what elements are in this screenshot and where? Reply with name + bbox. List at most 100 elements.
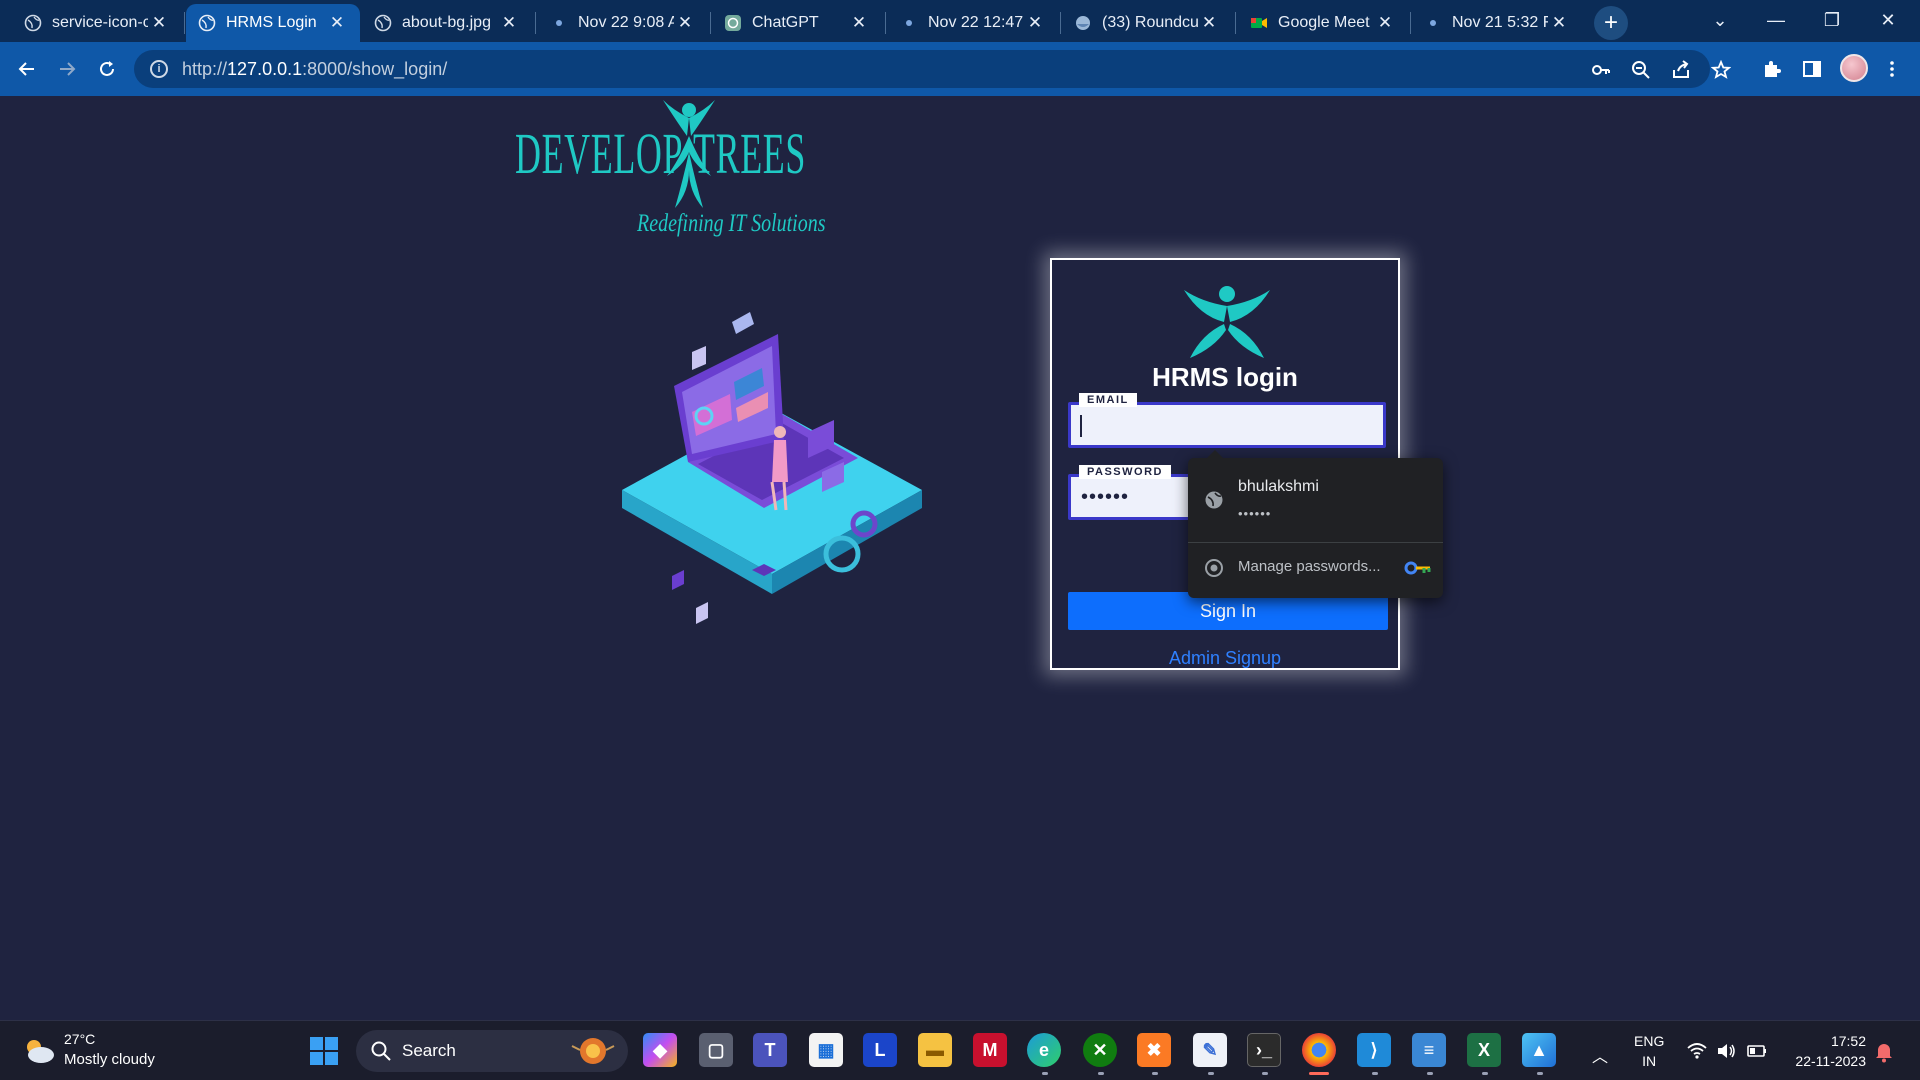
new-tab-button[interactable]: + [1594, 6, 1628, 40]
store-icon[interactable]: ▦ [809, 1033, 843, 1067]
tab-about-bg[interactable]: about-bg.jpg ✕ [362, 4, 532, 42]
close-icon[interactable]: ✕ [326, 12, 348, 34]
battery-icon[interactable] [1746, 1041, 1768, 1061]
photos-icon[interactable]: ▲ [1522, 1033, 1556, 1067]
manage-passwords-item[interactable]: Manage passwords... [1188, 546, 1443, 590]
logo-word-right: TREES [693, 121, 806, 186]
forward-icon[interactable] [52, 54, 82, 84]
url-text: http://127.0.0.1:8000/show_login/ [182, 58, 448, 79]
restore-icon[interactable]: ❐ [1804, 0, 1860, 40]
browser-toolbar: i http://127.0.0.1:8000/show_login/ [0, 42, 1920, 96]
weather-description: Mostly cloudy [64, 1051, 155, 1068]
terminal-running-indicator [1262, 1072, 1268, 1075]
notification-bell-icon[interactable] [1874, 1041, 1894, 1063]
windows-taskbar: 27°C Mostly cloudy Search ◆ ▢ T ▦ L ▬ M … [0, 1020, 1920, 1080]
hrms-logo-icon [1184, 286, 1270, 358]
popup-divider [1188, 542, 1443, 543]
close-icon[interactable]: ✕ [1548, 12, 1570, 34]
side-panel-icon[interactable] [1800, 57, 1824, 81]
edge-running-indicator [1042, 1072, 1048, 1075]
star-icon[interactable] [1710, 59, 1732, 81]
xampp-icon[interactable]: ✖ [1137, 1033, 1171, 1067]
xbox-icon[interactable]: ✕ [1083, 1033, 1117, 1067]
start-button[interactable] [310, 1037, 338, 1065]
search-label: Search [402, 1041, 456, 1060]
key-icon[interactable] [1590, 59, 1612, 81]
password-label: PASSWORD [1079, 465, 1171, 479]
mcafee-icon[interactable]: M [973, 1033, 1007, 1067]
close-icon[interactable]: ✕ [1198, 12, 1220, 34]
tab-service-icon[interactable]: service-icon-c ✕ [12, 4, 182, 42]
search-highlight-icon [571, 1038, 615, 1064]
close-icon[interactable]: ✕ [1374, 12, 1396, 34]
taskbar-search[interactable]: Search [356, 1030, 628, 1072]
close-icon[interactable]: ✕ [1024, 12, 1046, 34]
system-clock[interactable]: 17:52 22-11-2023 [1780, 1031, 1866, 1071]
tab-nov21-532[interactable]: Nov 21 5:32 F ✕ [1412, 4, 1582, 42]
zoom-icon[interactable] [1630, 59, 1652, 81]
address-bar[interactable]: i http://127.0.0.1:8000/show_login/ [134, 50, 1731, 88]
close-icon[interactable]: ✕ [674, 12, 696, 34]
reload-icon[interactable] [92, 54, 122, 84]
weather-widget[interactable]: 27°C Mostly cloudy [20, 1029, 180, 1073]
clock-time: 17:52 [1830, 1033, 1866, 1049]
clock-date: 22-11-2023 [1795, 1053, 1866, 1069]
share-icon[interactable] [1670, 59, 1692, 81]
email-field[interactable]: EMAIL [1068, 393, 1386, 448]
file-explorer-icon[interactable]: ▬ [918, 1033, 952, 1067]
terminal-icon[interactable]: ›_ [1247, 1033, 1281, 1067]
login-title: HRMS login [1152, 362, 1298, 392]
tab-hrms-login[interactable]: HRMS Login ✕ [186, 4, 360, 42]
dot-icon [900, 14, 918, 32]
globe-icon [374, 14, 392, 32]
menu-icon[interactable] [1880, 57, 1904, 81]
tab-label: Nov 21 5:32 F [1452, 14, 1548, 31]
profile-avatar[interactable] [1840, 54, 1868, 82]
roundcube-icon [1074, 14, 1092, 32]
window-close-icon[interactable]: ✕ [1860, 0, 1916, 40]
cloudy-weather-icon [27, 1040, 54, 1063]
close-icon[interactable]: ✕ [498, 12, 520, 34]
password-autofill-popup: bhulakshmi •••••• Manage passwords... [1188, 450, 1443, 598]
chrome-icon[interactable] [1302, 1033, 1336, 1067]
dot-icon [550, 14, 568, 32]
tab-search-icon[interactable]: ⌄ [1692, 0, 1748, 40]
tray-overflow-icon[interactable]: ︿ [1592, 1043, 1608, 1067]
language-indicator[interactable]: ENG IN [1634, 1031, 1664, 1071]
tab-google-meet[interactable]: Google Meet ✕ [1238, 4, 1408, 42]
extensions-icon[interactable] [1760, 57, 1784, 81]
dot-icon [1424, 14, 1442, 32]
wifi-icon[interactable] [1686, 1041, 1708, 1061]
chatgpt-icon [724, 14, 742, 32]
globe-icon [24, 14, 42, 32]
tab-roundcube[interactable]: (33) Roundcu ✕ [1062, 4, 1232, 42]
xbox-running-indicator [1098, 1072, 1104, 1075]
notepad-icon[interactable]: ≡ [1412, 1033, 1446, 1067]
teams-icon[interactable]: T [753, 1033, 787, 1067]
meet-icon [1250, 14, 1268, 32]
admin-signup-link[interactable]: Admin Signup [1052, 648, 1398, 669]
password-key-icon [1404, 561, 1431, 575]
minimize-icon[interactable]: — [1748, 0, 1804, 40]
site-info-icon[interactable]: i [150, 60, 168, 78]
vscode-icon[interactable]: ⟩ [1357, 1033, 1391, 1067]
l-app-icon[interactable]: L [863, 1033, 897, 1067]
close-icon[interactable]: ✕ [848, 12, 870, 34]
photos-running-indicator [1537, 1072, 1543, 1075]
close-icon[interactable]: ✕ [148, 12, 170, 34]
notepad-doc-icon[interactable]: ✎ [1193, 1033, 1227, 1067]
xampp-running-indicator [1152, 1072, 1158, 1075]
tab-label: Nov 22 9:08 A [578, 14, 674, 31]
tab-chatgpt[interactable]: ChatGPT ✕ [712, 4, 882, 42]
tab-label: service-icon-c [52, 14, 148, 31]
copilot-icon[interactable]: ◆ [643, 1033, 677, 1067]
saved-credential-item[interactable]: bhulakshmi •••••• [1188, 466, 1443, 534]
back-icon[interactable] [12, 54, 42, 84]
logo-word-left: DEVELOP [515, 121, 684, 186]
task-view-icon[interactable]: ▢ [699, 1033, 733, 1067]
excel-icon[interactable]: X [1467, 1033, 1501, 1067]
tab-nov22-908[interactable]: Nov 22 9:08 A ✕ [538, 4, 708, 42]
edge-icon[interactable]: e [1027, 1033, 1061, 1067]
tab-nov22-1247[interactable]: Nov 22 12:47 ✕ [888, 4, 1058, 42]
volume-icon[interactable] [1716, 1041, 1738, 1061]
